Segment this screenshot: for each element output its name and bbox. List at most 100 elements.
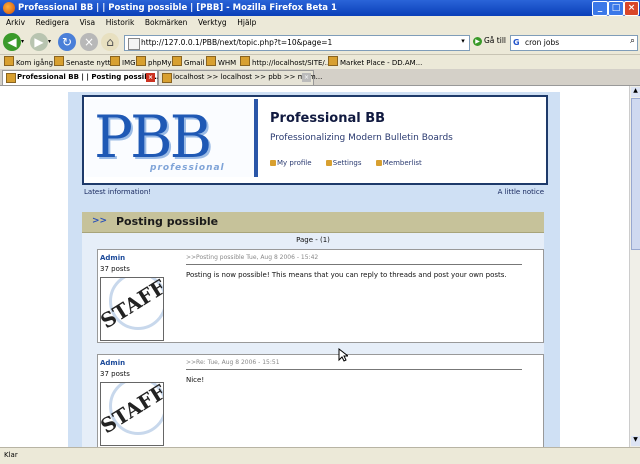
whm-icon [206,56,216,66]
site-description: Professionalizing Modern Bulletin Boards [270,133,453,143]
post-body: Nice! [186,376,205,384]
topic-header: >> Posting possible [82,212,544,233]
address-dropdown-icon[interactable]: ▾ [458,37,468,48]
tab-favicon-icon [162,73,172,83]
menu-item-hjalp[interactable]: Hjälp [237,16,256,30]
window-title-bar: Professional BB | | Posting possible | [… [0,0,640,16]
close-icon[interactable]: × [624,1,639,16]
nav-memberlist[interactable]: Memberlist [375,159,428,167]
menu-bar: Arkiv Redigera Visa Historik Bokmärken V… [0,16,640,30]
back-dropdown-icon[interactable]: ▾ [21,38,24,45]
bookmark-icon [328,56,338,66]
profile-icon [270,160,276,166]
forward-dropdown-icon[interactable]: ▾ [48,38,51,45]
go-button[interactable]: ▶ Gå till [473,36,506,46]
scroll-down-icon[interactable]: ▼ [631,436,640,446]
minimize-icon[interactable]: _ [592,1,608,16]
post-divider [186,369,522,370]
tab-bar: Professional BB | | Posting possibl... ×… [0,69,640,86]
menu-item-visa[interactable]: Visa [80,16,96,30]
go-label: Gå till [484,36,506,45]
latest-information: Latest information! [84,188,152,196]
settings-icon [325,160,332,166]
status-text: Klar [4,451,18,459]
avatar: STAFF [100,382,164,446]
window-title: Professional BB | | Posting possible | [… [18,3,337,13]
tab-close-icon[interactable]: × [146,73,155,82]
tab-label: localhost >> localhost >> pbb >> mem... [173,73,323,81]
post-body: Posting is now possible! This means that… [186,271,507,279]
rss-icon [54,56,64,66]
topic-area: >> Posting possible Page - (1) Admin 37 … [82,212,544,447]
bookmark-market-place[interactable]: Market Place - DD.AM... [328,56,422,67]
tab-localhost-pbb[interactable]: localhost >> localhost >> pbb >> mem... … [158,70,322,85]
pbb-logo[interactable]: PBB professional [86,99,258,177]
post-author[interactable]: Admin [100,254,125,262]
google-icon[interactable]: G [513,38,520,47]
bookmark-icon [4,56,14,66]
scroll-up-icon[interactable]: ▲ [631,87,640,97]
page-viewport: PBB professional Professional BB Profess… [0,86,629,447]
home-icon[interactable]: ⌂ [101,33,119,51]
maximize-icon[interactable]: □ [608,1,624,16]
forward-arrow-icon[interactable]: ▶ [30,33,48,51]
reload-icon[interactable]: ↻ [58,33,76,51]
bookmark-localhost-site[interactable]: http://localhost/SITE/... [240,56,331,67]
post: Admin 37 posts STAFF >>Re: Tue, Aug 8 20… [97,354,544,447]
bookmark-phpmy[interactable]: phpMy [136,56,172,67]
site-title: Professional BB [270,111,386,126]
bookmark-icon [110,56,120,66]
forum-header: PBB professional Professional BB Profess… [82,95,548,185]
memberlist-icon [375,160,382,166]
address-bar[interactable]: http://127.0.0.1/PBB/next/topic.php?t=10… [124,35,470,51]
back-arrow-icon[interactable]: ◀ [3,33,21,51]
nav-my-profile[interactable]: My profile [270,159,318,167]
tab-close-icon[interactable]: × [302,73,311,82]
bookmark-kom-igang[interactable]: Kom igång [4,56,53,67]
gmail-icon [172,56,182,66]
site-notice: A little notice [497,188,544,196]
topic-arrow-icon: >> [92,216,108,226]
menu-item-bokmarken[interactable]: Bokmärken [145,16,188,30]
bookmark-img[interactable]: IMG [110,56,136,67]
post-count: 37 posts [100,370,130,378]
tab-favicon-icon [6,73,16,83]
phpmyadmin-icon [136,56,146,66]
vertical-scrollbar[interactable]: ▲ ▼ [629,86,640,447]
page-icon [240,56,250,66]
nav-settings[interactable]: Settings [325,159,368,167]
post-author[interactable]: Admin [100,359,125,367]
search-box[interactable]: G cron jobs ⌕ [510,35,638,51]
post-count: 37 posts [100,265,130,273]
search-input[interactable]: cron jobs [525,38,559,47]
address-url[interactable]: http://127.0.0.1/PBB/next/topic.php?t=10… [141,38,332,47]
forum-container: PBB professional Professional BB Profess… [68,92,560,447]
bookmark-senaste-nytt[interactable]: Senaste nytt [54,56,110,67]
menu-item-historik[interactable]: Historik [106,16,135,30]
post-meta: >>Re: Tue, Aug 8 2006 - 15:51 [186,359,280,366]
menu-item-verktyg[interactable]: Verktyg [198,16,227,30]
tab-professional-bb[interactable]: Professional BB | | Posting possibl... × [2,70,160,85]
scroll-thumb[interactable] [631,98,640,250]
logo-text: PBB [94,103,212,171]
bookmark-whm[interactable]: WHM [206,56,236,67]
tab-label: Professional BB | | Posting possibl... [17,73,160,81]
post: Admin 37 posts STAFF >>Posting possible … [97,249,544,343]
menu-item-redigera[interactable]: Redigera [36,16,69,30]
avatar: STAFF [100,277,164,341]
navigation-toolbar: ◀ ▾ ▶ ▾ ↻ × ⌂ http://127.0.0.1/PBB/next/… [0,30,640,55]
topic-title: Posting possible [116,215,219,228]
menu-item-arkiv[interactable]: Arkiv [6,16,25,30]
forum-nav: My profile Settings Memberlist [270,159,434,167]
post-divider [186,264,522,265]
search-icon[interactable]: ⌕ [630,36,635,46]
bookmark-gmail[interactable]: Gmail [172,56,204,67]
page-favicon-icon [128,38,140,50]
mouse-cursor-icon [338,348,348,362]
bookmarks-toolbar: Kom igång Senaste nytt IMG phpMy Gmail W… [0,55,640,69]
firefox-icon [3,2,15,14]
status-bar: Klar [0,447,640,464]
stop-icon[interactable]: × [80,33,98,51]
go-arrow-icon: ▶ [473,37,482,46]
page-indicator[interactable]: Page - (1) [82,236,544,244]
